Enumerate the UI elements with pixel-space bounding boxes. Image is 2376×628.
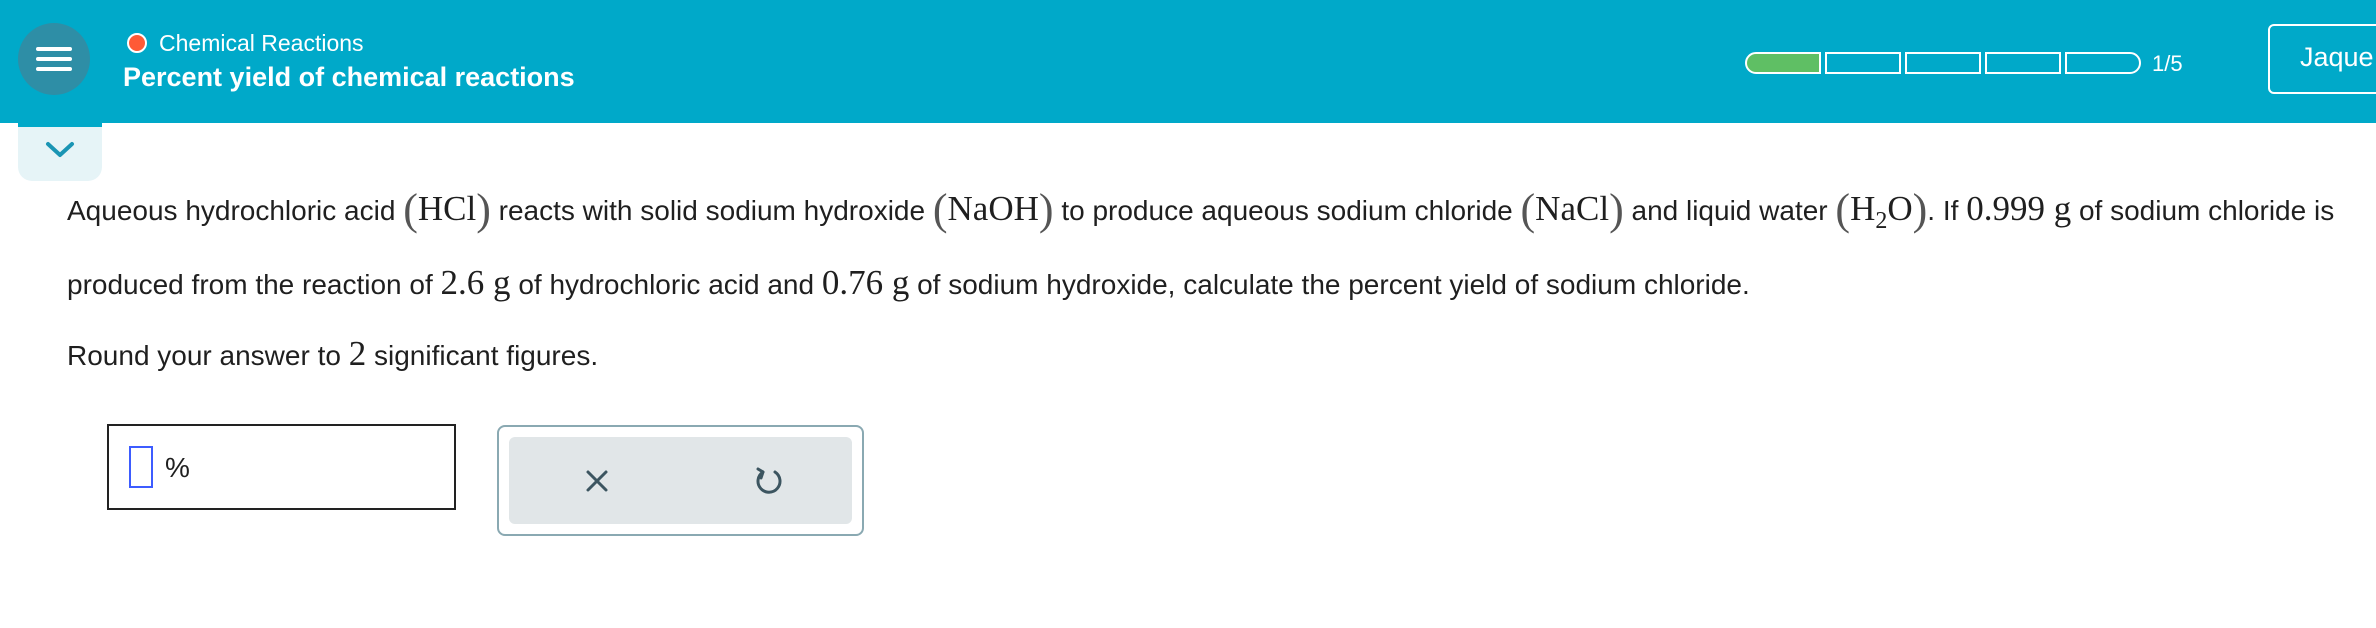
mass-naoh: 0.76 g [821, 263, 910, 302]
chevron-down-icon [46, 142, 74, 157]
formula-part: H [1850, 189, 1876, 228]
question-segment: to produce aqueous sodium chloride [1053, 195, 1521, 226]
mass-hcl: 2.6 g [440, 263, 511, 302]
formula-nacl: NaCl [1535, 189, 1610, 228]
question-segment: . If [1927, 195, 1967, 226]
tools-panel [509, 437, 852, 524]
progress-segment-complete [1745, 52, 1821, 74]
clear-button[interactable] [579, 463, 615, 499]
mass-nacl: 0.999 g [1966, 189, 2072, 228]
sig-fig-count: 2 [348, 334, 367, 373]
page-title: Percent yield of chemical reactions [123, 62, 575, 92]
paren: ) [1038, 185, 1054, 234]
question-segment: of sodium hydroxide, calculate the perce… [909, 269, 1750, 300]
formula-part: O [1887, 189, 1913, 228]
unit-label: % [165, 452, 190, 483]
menu-icon-line [36, 67, 72, 71]
undo-button[interactable] [751, 463, 787, 499]
paren: ) [1912, 185, 1928, 234]
formula-water: H2O [1850, 189, 1913, 234]
formula-hcl: HCl [417, 189, 477, 228]
question-text: Aqueous hydrochloric acid (HCl) reacts w… [67, 178, 2357, 316]
undo-icon [756, 467, 782, 494]
paren: ( [1520, 185, 1536, 234]
answer-box: % [107, 424, 456, 510]
progress-segment [1905, 52, 1981, 74]
collapse-toggle[interactable] [18, 123, 102, 181]
question-segment: and liquid water [1623, 195, 1836, 226]
question-segment: reacts with solid sodium hydroxide [490, 195, 933, 226]
formula-naoh: NaOH [947, 189, 1039, 228]
x-icon [586, 470, 608, 492]
paren: ( [1835, 185, 1851, 234]
paren: ( [403, 185, 418, 234]
instruction-text: significant figures. [366, 340, 599, 371]
progress-count: 1/5 [2152, 51, 2183, 76]
topic-label: Chemical Reactions [159, 29, 364, 56]
user-menu-button[interactable]: Jaque [2268, 24, 2376, 94]
topic-row: Chemical Reactions [127, 28, 364, 58]
rounding-instruction: Round your answer to 2 significant figur… [67, 323, 598, 387]
question-segment: of hydrochloric acid and [510, 269, 822, 300]
progress-segment [1985, 52, 2061, 74]
question-segment: Aqueous hydrochloric acid [67, 195, 404, 226]
instruction-text: Round your answer to [67, 340, 349, 371]
progress-bar [1745, 52, 2145, 74]
progress-segment [1825, 52, 1901, 74]
paren: ( [932, 185, 948, 234]
menu-button[interactable] [18, 23, 90, 95]
formula-subscript: 2 [1875, 208, 1888, 234]
topic-dot-icon [127, 33, 147, 53]
menu-icon-line [36, 57, 72, 61]
top-bar: Chemical Reactions Percent yield of chem… [0, 0, 2376, 123]
answer-tools [497, 425, 864, 536]
menu-icon-line [36, 47, 72, 51]
paren: ) [1609, 185, 1624, 234]
answer-input[interactable] [129, 446, 153, 488]
paren: ) [476, 185, 491, 234]
progress-segment [2065, 52, 2141, 74]
